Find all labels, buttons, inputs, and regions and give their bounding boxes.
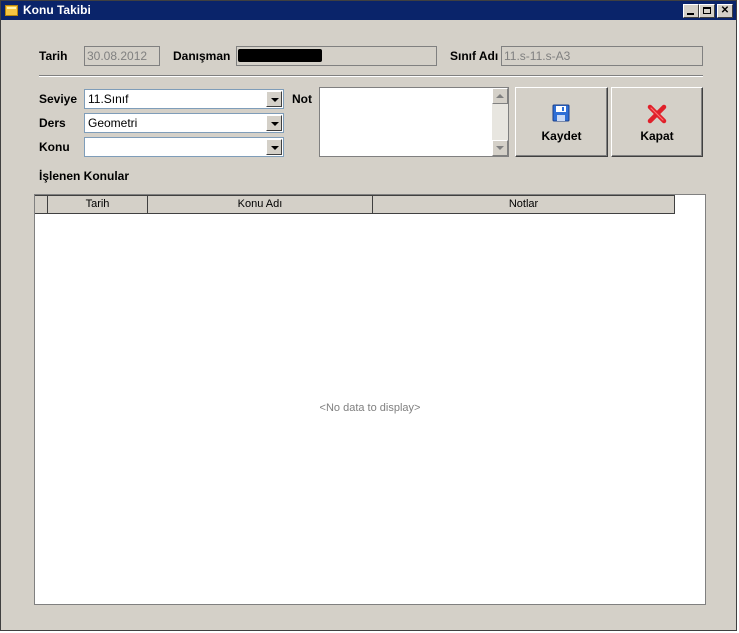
chevron-down-icon[interactable] (266, 115, 282, 131)
konu-combo[interactable] (84, 137, 284, 157)
floppy-disk-icon (552, 104, 570, 122)
not-label: Not (292, 92, 312, 106)
vertical-scrollbar[interactable] (492, 88, 508, 156)
konular-grid[interactable]: Tarih Konu Adı Notlar <No data to displa… (34, 194, 706, 605)
minimize-button[interactable] (683, 4, 699, 18)
ders-value: Geometri (88, 116, 138, 130)
danisman-field (236, 46, 437, 66)
redacted-name (238, 49, 322, 62)
folder-icon (5, 5, 18, 16)
sinif-adi-field: 11.s-11.s-A3 (501, 46, 703, 66)
konu-label: Konu (39, 140, 70, 154)
chevron-down-icon[interactable] (266, 139, 282, 155)
row-indicator-header (35, 195, 47, 213)
tarih-field: 30.08.2012 (84, 46, 160, 66)
kaydet-button[interactable]: Kaydet (515, 87, 608, 157)
close-icon: ✕ (720, 5, 730, 16)
column-header-notlar[interactable]: Notlar (372, 195, 675, 213)
sinif-adi-label: Sınıf Adı (450, 49, 499, 63)
minimize-icon (687, 13, 694, 15)
islenen-konular-title: İşlenen Konular (39, 169, 130, 183)
grid-header: Tarih Konu Adı Notlar (35, 195, 675, 214)
red-x-icon (647, 104, 667, 124)
maximize-icon (703, 7, 711, 14)
danisman-label: Danışman (173, 49, 231, 63)
ders-combo[interactable]: Geometri (84, 113, 284, 133)
kapat-button[interactable]: Kapat (611, 87, 703, 157)
kaydet-label: Kaydet (541, 129, 582, 143)
seviye-combo[interactable]: 11.Sınıf (84, 89, 284, 109)
tarih-label: Tarih (39, 49, 68, 63)
scroll-up-icon[interactable] (492, 88, 508, 104)
separator (39, 75, 703, 77)
chevron-down-icon[interactable] (266, 91, 282, 107)
not-textarea[interactable] (319, 87, 509, 157)
close-window-button[interactable]: ✕ (717, 4, 733, 18)
empty-grid-message: <No data to display> (319, 402, 421, 414)
kapat-label: Kapat (640, 129, 674, 143)
seviye-value: 11.Sınıf (88, 92, 129, 106)
scroll-down-icon[interactable] (492, 140, 508, 156)
seviye-label: Seviye (39, 92, 78, 106)
ders-label: Ders (39, 116, 66, 130)
column-header-konu-adi[interactable]: Konu Adı (147, 195, 372, 213)
maximize-button[interactable] (699, 4, 715, 18)
column-header-tarih[interactable]: Tarih (47, 195, 147, 213)
konu-takibi-window: Konu Takibi ✕ Tarih 30.08.2012 Danışman … (0, 0, 737, 631)
window-title: Konu Takibi (23, 3, 91, 17)
title-bar[interactable]: Konu Takibi ✕ (1, 1, 736, 20)
